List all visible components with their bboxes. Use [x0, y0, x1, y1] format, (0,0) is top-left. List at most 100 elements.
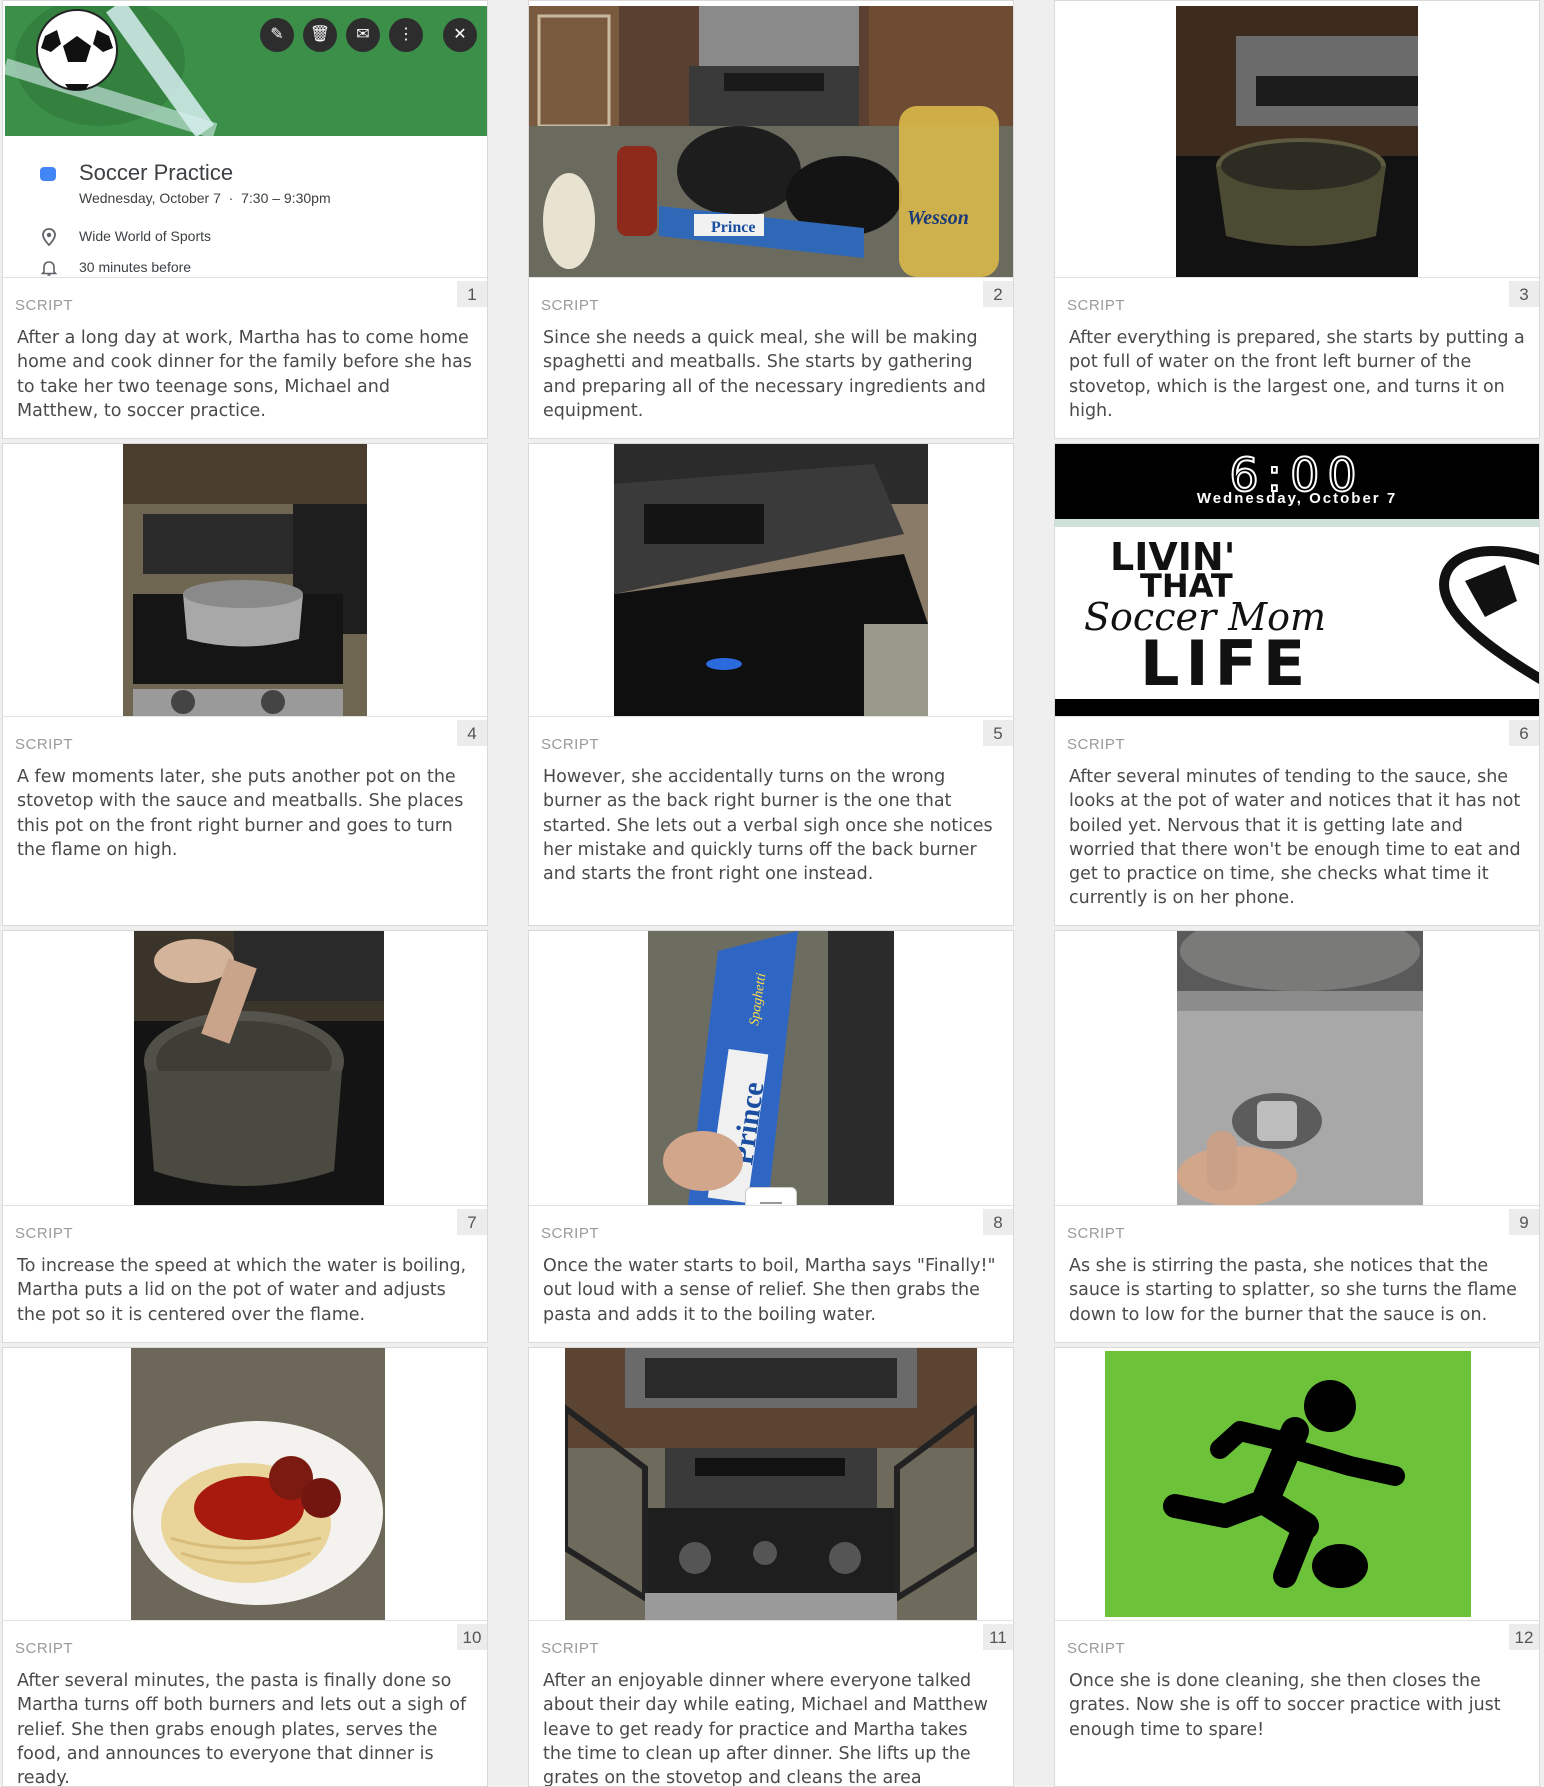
delete-button[interactable]: 🗑	[303, 18, 337, 52]
bell-icon	[41, 261, 57, 276]
storyboard-panel-4[interactable]: 4 SCRIPT A few moments later, she puts a…	[2, 443, 488, 926]
pasta-brand-label: Prince	[711, 219, 755, 236]
script-label: SCRIPT	[15, 297, 74, 314]
phone-lock-screen: 6:00 Wednesday, October 7 LIVIN' THAT So…	[1055, 444, 1539, 716]
panel-image-area	[3, 931, 487, 1205]
script-text[interactable]: A few moments later, she puts another po…	[17, 765, 473, 862]
more-options-button[interactable]: ⋮	[389, 18, 423, 52]
script-text[interactable]: Once she is done cleaning, she then clos…	[1069, 1669, 1525, 1742]
edit-button[interactable]: ✎	[260, 18, 294, 52]
panel-divider	[3, 716, 487, 717]
soccer-player-icon-image	[1105, 1351, 1471, 1617]
storyboard-panel-6[interactable]: 6:00 Wednesday, October 7 LIVIN' THAT So…	[1054, 443, 1540, 926]
lidded-pot-image	[134, 931, 384, 1205]
storyboard-panel-7[interactable]: 7 SCRIPT To increase the speed at which …	[2, 930, 488, 1343]
panel-image-area	[529, 1348, 1013, 1620]
event-date-time: Wednesday, October 7 · 7:30 – 9:30pm	[79, 190, 331, 206]
panel-number: 2	[983, 281, 1013, 307]
storyboard-panel-12[interactable]: 12 SCRIPT Once she is done cleaning, she…	[1054, 1347, 1540, 1787]
script-text[interactable]: However, she accidentally turns on the w…	[543, 765, 999, 886]
script-label: SCRIPT	[15, 1640, 74, 1657]
panel-image-area	[1055, 1, 1539, 277]
soccer-mom-graphic: LIVIN' THAT Soccer Mom LIFE	[1055, 519, 1539, 700]
graphic-line-life: LIFE	[1140, 627, 1312, 700]
panel-divider	[3, 277, 487, 278]
open-grates-photo	[565, 1348, 977, 1620]
lock-screen-bottom-bar	[1055, 699, 1539, 716]
storyboard-panel-1[interactable]: ✎ 🗑 ✉ ⋮ ✕ Soccer Practice Wednesday, Oct…	[2, 0, 488, 439]
pot-on-stove-photo	[1176, 6, 1418, 277]
script-text[interactable]: As she is stirring the pasta, she notice…	[1069, 1254, 1525, 1327]
script-text[interactable]: Since she needs a quick meal, she will b…	[543, 326, 999, 423]
panel-image-area: 6:00 Wednesday, October 7 LIVIN' THAT So…	[1055, 444, 1539, 716]
spaghetti-plate-image	[131, 1348, 385, 1620]
panel-divider	[3, 1205, 487, 1206]
spaghetti-plate-photo	[131, 1348, 385, 1620]
burner-photo	[614, 444, 928, 716]
storyboard-panel-8[interactable]: Prince Spaghetti 8 SCRIPT Once the water…	[528, 930, 1014, 1343]
calendar-header-banner: ✎ 🗑 ✉ ⋮ ✕	[5, 6, 487, 136]
panel-number: 11	[983, 1624, 1013, 1650]
panel-divider	[1055, 1620, 1539, 1621]
storyboard-panel-3[interactable]: 3 SCRIPT After everything is prepared, s…	[1054, 0, 1540, 439]
panel-image-area	[1055, 931, 1539, 1205]
script-text[interactable]: After a long day at work, Martha has to …	[17, 326, 473, 423]
panel-image-area	[1055, 1348, 1539, 1620]
event-color-swatch	[40, 167, 56, 181]
script-label: SCRIPT	[15, 736, 74, 753]
panel-divider	[1055, 1205, 1539, 1206]
lock-screen-clock-bar: 6:00 Wednesday, October 7	[1055, 444, 1539, 519]
ingredients-photo: Prince Wesson	[529, 6, 1013, 277]
sauce-pot-image	[123, 444, 367, 716]
panel-divider	[529, 1205, 1013, 1206]
stove-knob-image	[1177, 931, 1423, 1205]
panel-number: 10	[457, 1624, 487, 1650]
panel-number: 7	[457, 1209, 487, 1235]
panel-image-area	[3, 444, 487, 716]
spaghetti-box-image: Prince Spaghetti	[648, 931, 894, 1205]
script-text[interactable]: After everything is prepared, she starts…	[1069, 326, 1525, 423]
script-text[interactable]: After several minutes of tending to the …	[1069, 765, 1525, 911]
event-location: Wide World of Sports	[79, 228, 212, 244]
panel-image-area: ✎ 🗑 ✉ ⋮ ✕ Soccer Practice Wednesday, Oct…	[3, 1, 487, 277]
panel-number: 4	[457, 720, 487, 746]
soccer-player-icon	[1105, 1351, 1471, 1617]
open-stove-grates-image	[565, 1348, 977, 1620]
script-text[interactable]: After several minutes, the pasta is fina…	[17, 1669, 473, 1786]
panel-image-area: Prince Wesson	[529, 1, 1013, 277]
close-button[interactable]: ✕	[443, 18, 477, 52]
script-label: SCRIPT	[1067, 1225, 1126, 1242]
script-text[interactable]: After an enjoyable dinner where everyone…	[543, 1669, 999, 1786]
panel-divider	[1055, 716, 1539, 717]
storyboard-panel-9[interactable]: 9 SCRIPT As she is stirring the pasta, s…	[1054, 930, 1540, 1343]
script-label: SCRIPT	[541, 1640, 600, 1657]
graphic-top-band	[1055, 519, 1539, 527]
location-pin-icon	[42, 228, 56, 246]
lock-screen-date: Wednesday, October 7	[1196, 490, 1398, 507]
panel-divider	[3, 1620, 487, 1621]
panel-image-area: Prince Spaghetti	[529, 931, 1013, 1205]
script-label: SCRIPT	[1067, 297, 1126, 314]
panel-number: 5	[983, 720, 1013, 746]
storyboard-panel-11[interactable]: 11 SCRIPT After an enjoyable dinner wher…	[528, 1347, 1014, 1787]
panel-image-area	[529, 444, 1013, 716]
stove-burner-image	[614, 444, 928, 716]
email-button[interactable]: ✉	[346, 18, 380, 52]
storyboard-panel-10[interactable]: 10 SCRIPT After several minutes, the pas…	[2, 1347, 488, 1787]
panel-number: 12	[1509, 1624, 1539, 1650]
script-text[interactable]: To increase the speed at which the water…	[17, 1254, 473, 1327]
script-label: SCRIPT	[1067, 1640, 1126, 1657]
script-text[interactable]: Once the water starts to boil, Martha sa…	[543, 1254, 999, 1327]
calendar-event-card: ✎ 🗑 ✉ ⋮ ✕ Soccer Practice Wednesday, Oct…	[5, 6, 487, 277]
event-title: Soccer Practice	[79, 160, 234, 185]
drag-handle[interactable]	[745, 1187, 797, 1205]
burner-knob-photo	[1177, 931, 1423, 1205]
panel-divider	[1055, 277, 1539, 278]
panel-divider	[529, 277, 1013, 278]
storyboard-panel-2[interactable]: Prince Wesson 2 SCRIPT Since she needs a…	[528, 0, 1014, 439]
storyboard-panel-5[interactable]: 5 SCRIPT However, she accidentally turns…	[528, 443, 1014, 926]
soccer-heart-icon	[1439, 546, 1539, 684]
panel-number: 1	[457, 281, 487, 307]
script-label: SCRIPT	[1067, 736, 1126, 753]
panel-number: 8	[983, 1209, 1013, 1235]
